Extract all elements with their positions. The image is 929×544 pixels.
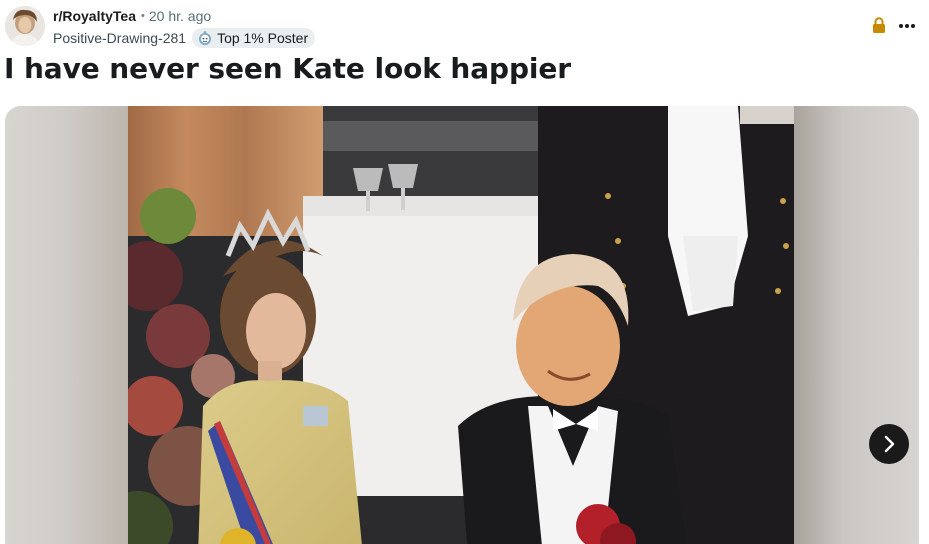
post-meta-line: r/RoyaltyTea • 20 hr. ago	[53, 8, 211, 24]
chevron-right-icon	[884, 435, 895, 453]
post-media-carousel[interactable]	[5, 106, 919, 544]
post-timestamp: 20 hr. ago	[148, 8, 212, 24]
media-blur-background-right	[794, 106, 919, 544]
author-link[interactable]: Positive-Drawing-281	[53, 30, 186, 46]
post-photo[interactable]	[128, 106, 794, 544]
carousel-next-button[interactable]	[869, 424, 909, 464]
author-flair-badge: Top 1% Poster	[192, 28, 316, 48]
author-line: Positive-Drawing-281 Top 1% Poster	[53, 28, 316, 48]
subreddit-link[interactable]: r/RoyaltyTea	[53, 8, 136, 24]
snoo-badge-icon	[199, 31, 212, 45]
post-header: r/RoyaltyTea • 20 hr. ago Positive-Drawi…	[0, 0, 929, 52]
author-flair-label: Top 1% Poster	[217, 30, 309, 46]
media-blur-background-left	[5, 106, 128, 544]
lock-icon	[873, 17, 885, 33]
post-title[interactable]: I have never seen Kate look happier	[4, 52, 571, 85]
subreddit-avatar[interactable]	[5, 6, 45, 46]
meta-separator: •	[141, 10, 145, 22]
more-options-icon[interactable]	[897, 16, 917, 36]
